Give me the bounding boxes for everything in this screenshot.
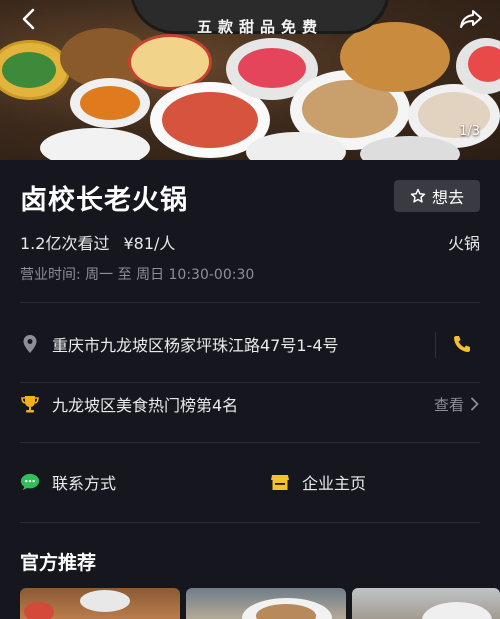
food-bowl <box>468 46 500 82</box>
chevron-right-icon <box>471 397 479 411</box>
food-bowl <box>162 92 258 148</box>
average-price: ¥81/人 <box>123 234 176 253</box>
shop-name: 卤校长老火锅 <box>20 185 188 216</box>
food-bowl <box>238 48 306 88</box>
contact-info-button[interactable]: 联系方式 <box>20 462 116 502</box>
divider <box>435 332 436 358</box>
banner-text: 五款甜品免费 <box>196 18 323 36</box>
image-page-indicator: 1/3 <box>459 124 480 139</box>
back-arrow-icon <box>22 8 35 30</box>
recommend-card[interactable] <box>186 588 346 619</box>
divider <box>20 442 480 443</box>
view-ranking-link[interactable]: 查看 <box>434 394 480 415</box>
recommend-thumbnails <box>20 588 500 619</box>
share-button[interactable] <box>456 4 486 34</box>
food-bowl <box>2 52 56 88</box>
ranking-row[interactable]: 九龙坡区美食热门榜第4名 查看 <box>20 384 480 424</box>
view-count: 1.2亿次看过 <box>20 234 110 253</box>
official-recommend-title: 官方推荐 <box>20 552 97 574</box>
shop-detail-panel: 卤校长老火锅 想去 1.2亿次看过 ¥81/人 火锅 营业时间: 周一 至 周日 … <box>0 160 500 619</box>
recommend-card[interactable] <box>352 588 500 619</box>
chat-bubble-icon <box>20 472 40 492</box>
view-link-label: 查看 <box>433 395 464 414</box>
trophy-icon <box>20 394 40 414</box>
address-row[interactable]: 重庆市九龙坡区杨家坪珠江路47号1-4号 <box>20 324 480 364</box>
food-bowl <box>24 602 54 619</box>
shop-stats: 1.2亿次看过 ¥81/人 <box>20 230 189 254</box>
location-pin-icon <box>20 334 40 354</box>
want-to-go-button[interactable]: 想去 <box>394 180 480 212</box>
call-button[interactable] <box>450 332 474 356</box>
hero-image[interactable]: 五款甜品免费 1/3 <box>0 0 500 160</box>
store-icon <box>270 472 290 492</box>
star-icon <box>410 188 426 203</box>
recommend-card[interactable] <box>20 588 180 619</box>
business-hours: 营业时间: 周一 至 周日 10:30-00:30 <box>20 267 255 283</box>
food-bowl <box>40 128 150 160</box>
phone-icon <box>454 336 470 352</box>
company-homepage-label: 企业主页 <box>302 474 367 493</box>
back-button[interactable] <box>14 4 44 34</box>
divider <box>20 302 480 303</box>
contact-info-label: 联系方式 <box>52 474 117 493</box>
ranking-text: 九龙坡区美食热门榜第4名 <box>52 396 239 415</box>
want-to-go-label: 想去 <box>431 188 464 207</box>
food-bowl <box>80 86 140 120</box>
shop-category: 火锅 <box>447 234 480 253</box>
divider <box>20 522 480 523</box>
divider <box>20 382 480 383</box>
share-icon <box>460 10 482 28</box>
food-bowl <box>422 602 492 619</box>
food-bowl <box>80 590 130 612</box>
address-text: 重庆市九龙坡区杨家坪珠江路47号1-4号 <box>52 336 339 355</box>
company-homepage-button[interactable]: 企业主页 <box>270 462 366 502</box>
